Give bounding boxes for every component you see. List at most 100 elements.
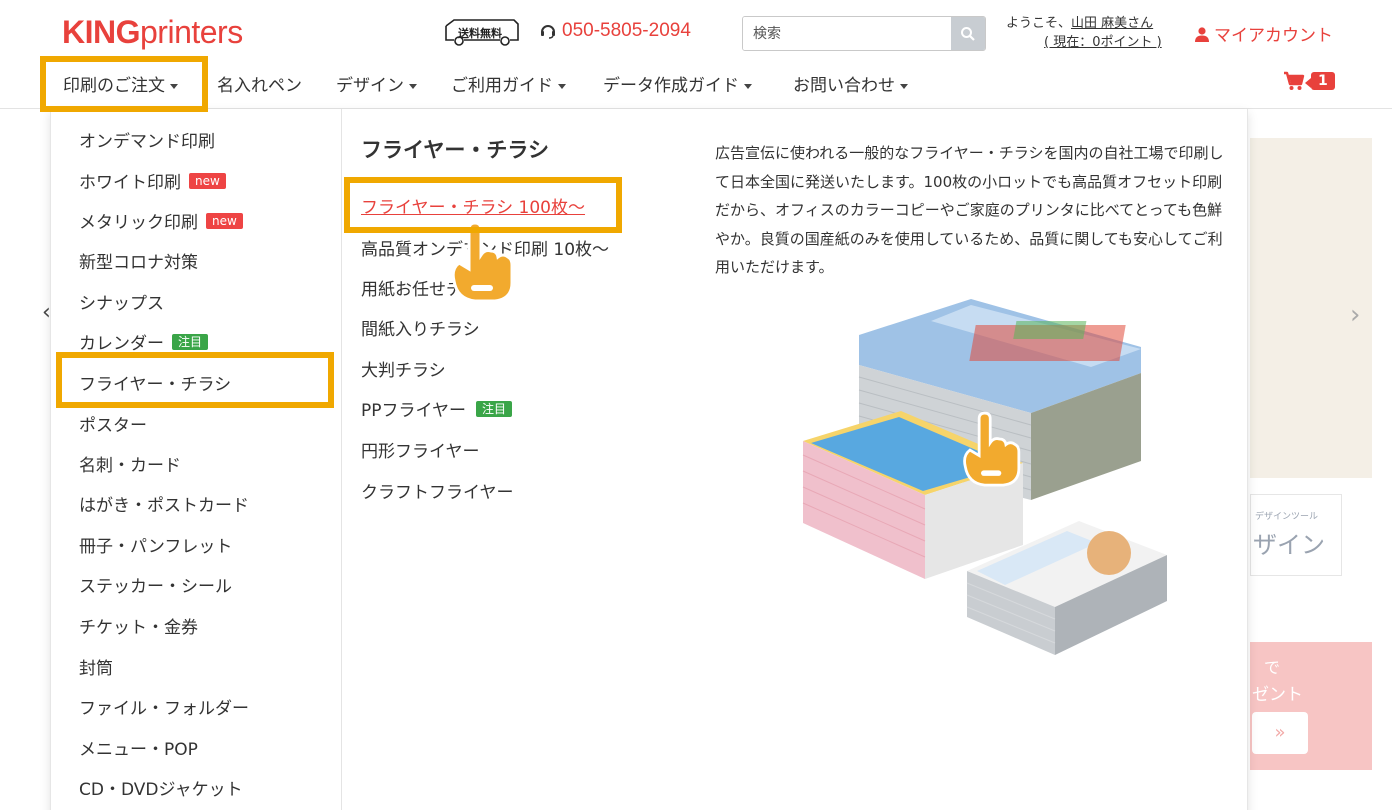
featured-badge: 注目 (476, 400, 513, 417)
category-label: CD・DVDジャケット (79, 780, 243, 800)
category-item[interactable]: オンデマンド印刷 (79, 127, 215, 152)
nav-design-label: デザイン (336, 76, 404, 96)
mega-menu: オンデマンド印刷 ホワイト印刷 new メタリック印刷 new 新型コロナ対策 シナ… (50, 109, 1248, 810)
highlight-submenu-flyer-100 (344, 177, 622, 233)
category-item[interactable]: 封筒 (79, 654, 113, 679)
category-item[interactable]: 名刺・カード (79, 451, 181, 476)
search-button[interactable] (951, 17, 985, 50)
category-label: オンデマンド印刷 (79, 132, 215, 152)
promo-line-2: ゼント (1252, 685, 1303, 705)
design-tool-caption: デザインツール (1255, 512, 1319, 522)
phone-number-text: 050-5805-2094 (562, 20, 691, 41)
nav-usage-guide[interactable]: ご利用ガイド (451, 71, 566, 96)
search-box (742, 16, 986, 51)
submenu-label: クラフトフライヤー (361, 483, 514, 503)
user-name-link[interactable]: 山田 麻美さん (1071, 16, 1153, 31)
caret-down-icon (900, 83, 908, 89)
pointer-hand-icon (451, 221, 514, 303)
my-account-label: マイアカウント (1214, 26, 1333, 46)
category-label: チケット・金券 (79, 618, 198, 638)
category-item[interactable]: ポスター (79, 411, 147, 436)
points-link[interactable]: ( 現在：0ポイント ) (1044, 35, 1162, 50)
category-label: シナップス (79, 294, 164, 314)
submenu-label: 間紙入りチラシ (361, 320, 480, 340)
submenu-item[interactable]: 大判チラシ (361, 356, 446, 381)
submenu-item[interactable]: 円形フライヤー (361, 437, 480, 462)
submenu-title: フライヤー・チラシ (361, 138, 549, 162)
category-item[interactable]: チケット・金券 (79, 613, 198, 638)
highlight-nav-print-order (40, 56, 208, 112)
free-shipping-label: 送料無料 (458, 27, 502, 40)
category-item[interactable]: メニュー・POP (79, 735, 198, 760)
submenu-label: 円形フライヤー (361, 442, 480, 462)
cart-button[interactable]: 1 (1283, 71, 1335, 91)
promo-button[interactable]: » (1252, 712, 1308, 754)
category-label: ホワイト印刷 (79, 173, 181, 193)
category-label: ファイル・フォルダー (79, 699, 249, 719)
nav-contact-label: お問い合わせ (793, 76, 895, 96)
promo-banner[interactable]: で ゼント » (1250, 642, 1372, 770)
category-item[interactable]: ファイル・フォルダー (79, 694, 249, 719)
nav-usage-guide-label: ご利用ガイド (451, 76, 553, 96)
main-nav: 印刷のご注文 名入れペン デザイン ご利用ガイド データ作成ガイド お問い合わせ (0, 62, 1392, 106)
free-shipping-badge: 送料無料 (444, 18, 520, 48)
cart-count-badge: 1 (1305, 72, 1335, 90)
nav-contact[interactable]: お問い合わせ (793, 71, 908, 96)
submenu-item[interactable]: 間紙入りチラシ (361, 315, 480, 340)
nav-name-pen[interactable]: 名入れペン (217, 71, 302, 96)
category-label: カレンダー (79, 334, 164, 354)
submenu-item[interactable]: PPフライヤー 注目 (361, 396, 513, 421)
new-badge: new (206, 212, 243, 229)
category-label: ステッカー・シール (79, 577, 232, 597)
category-label: 冊子・パンフレット (79, 537, 233, 557)
headset-icon (541, 25, 555, 39)
my-account-link[interactable]: マイアカウント (1194, 21, 1333, 46)
design-tool-banner[interactable]: デザインツール ザイン (1250, 494, 1342, 576)
submenu-label: 大判チラシ (361, 361, 446, 381)
category-item[interactable]: 新型コロナ対策 (79, 248, 198, 273)
nav-name-pen-label: 名入れペン (217, 76, 302, 96)
category-label: はがき・ポストカード (79, 496, 249, 516)
cart-icon (1284, 71, 1305, 90)
logo-bold-text: KING (62, 14, 141, 50)
caret-down-icon (409, 83, 417, 89)
nav-design[interactable]: デザイン (336, 71, 417, 96)
caret-down-icon (744, 83, 752, 89)
category-item[interactable]: ステッカー・シール (79, 572, 232, 597)
carousel-next-icon[interactable]: › (1350, 300, 1360, 330)
search-icon (961, 26, 975, 41)
welcome-prefix: ようこそ、 (1006, 16, 1072, 31)
category-item[interactable]: シナップス (79, 289, 164, 314)
featured-badge: 注目 (172, 333, 209, 350)
category-label: 新型コロナ対策 (79, 253, 198, 273)
category-label: メタリック印刷 (79, 213, 198, 233)
category-item[interactable]: はがき・ポストカード (79, 491, 249, 516)
logo-text: printers (140, 14, 243, 50)
category-list: オンデマンド印刷 ホワイト印刷 new メタリック印刷 new 新型コロナ対策 シナ… (51, 109, 342, 810)
user-icon (1195, 26, 1209, 42)
nav-data-guide[interactable]: データ作成ガイド (603, 71, 752, 96)
page-root: KINGprinters 送料無料 050-5805-2094 よ (0, 0, 1392, 810)
search-input[interactable] (743, 17, 951, 50)
category-item[interactable]: メタリック印刷 new (79, 208, 243, 233)
phone-number[interactable]: 050-5805-2094 (539, 20, 691, 42)
category-label: 名刺・カード (79, 456, 181, 476)
category-item[interactable]: カレンダー 注目 (79, 329, 209, 354)
highlight-category-flyer (56, 352, 334, 408)
category-description: 広告宣伝に使われる一般的なフライヤー・チラシを国内の自社工場で印刷して日本全国に… (715, 144, 1224, 276)
promo-line-1: で (1264, 658, 1281, 677)
category-item[interactable]: 冊子・パンフレット (79, 532, 232, 557)
category-item[interactable]: CD・DVDジャケット (79, 775, 243, 800)
nav-data-guide-label: データ作成ガイド (603, 76, 739, 96)
category-item[interactable]: ホワイト印刷 new (79, 168, 226, 193)
design-tool-title: ザイン (1253, 531, 1325, 559)
site-logo[interactable]: KINGprinters (62, 14, 243, 51)
category-label: 封筒 (79, 659, 113, 679)
submenu-label: PPフライヤー (361, 401, 466, 421)
submenu-item[interactable]: クラフトフライヤー (361, 478, 514, 503)
welcome-block: ようこそ、山田 麻美さん ( 現在：0ポイント ) (1006, 14, 1162, 52)
pointer-hand-icon (963, 411, 1021, 487)
caret-down-icon (558, 83, 566, 89)
category-label: ポスター (79, 416, 147, 436)
new-badge: new (189, 172, 226, 189)
